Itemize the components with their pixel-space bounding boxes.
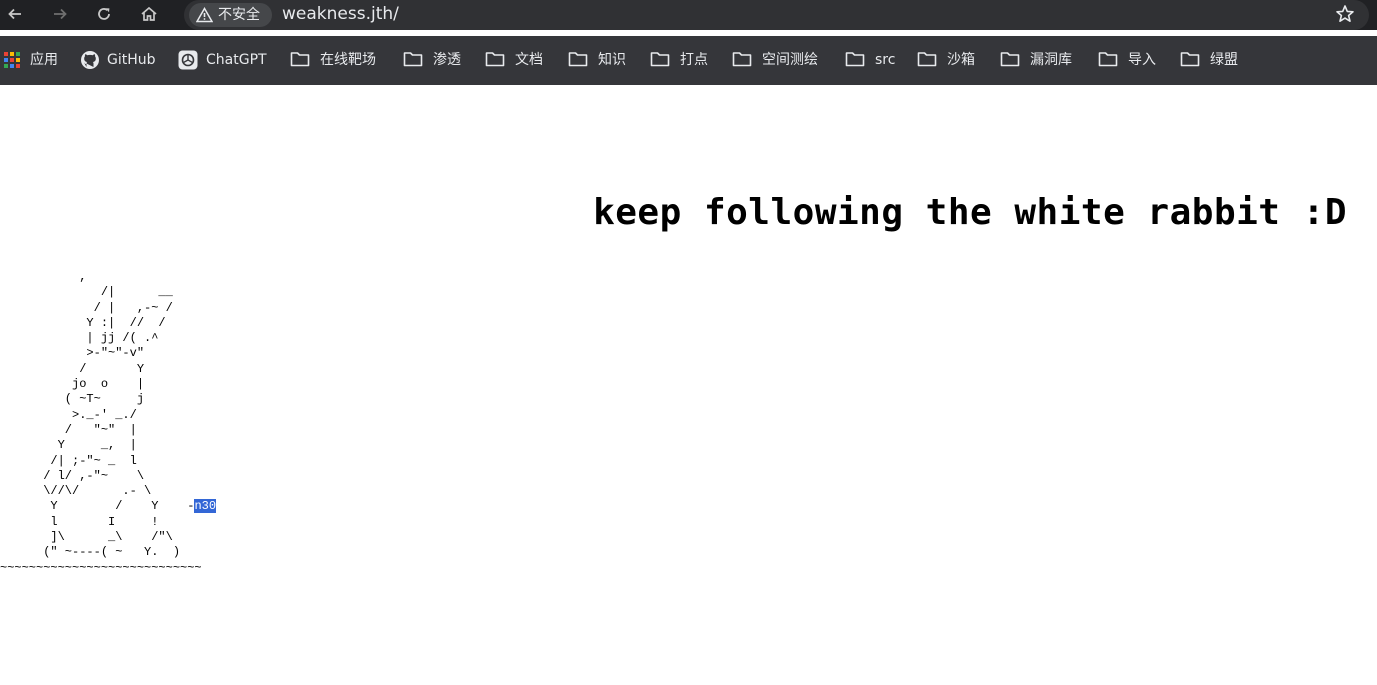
arrow-right-icon bbox=[54, 8, 67, 20]
page-heading: keep following the white rabbit :D bbox=[593, 192, 1347, 233]
url-text[interactable]: weakness.jth/ bbox=[282, 0, 399, 28]
bookmark-label: GitHub bbox=[107, 52, 156, 68]
arrow-left-icon bbox=[8, 8, 21, 20]
home-button[interactable] bbox=[137, 3, 161, 25]
bookmark-label: 在线靶场 bbox=[320, 52, 376, 68]
bookmark-label: 应用 bbox=[30, 52, 58, 68]
bookmark-label: 沙箱 bbox=[947, 52, 975, 68]
bookmark-label: 打点 bbox=[680, 52, 708, 68]
bookmark-label: 空间测绘 bbox=[762, 52, 818, 68]
folder-icon bbox=[1180, 50, 1200, 74]
back-button[interactable] bbox=[3, 3, 27, 25]
bookmarks-bar: 应用 GitHub ChatGPT 在线靶场 渗透 文档 知识 打点 空间测绘 … bbox=[0, 36, 1377, 85]
folder-icon bbox=[568, 50, 588, 74]
bookmark-label: 文档 bbox=[515, 52, 543, 68]
bookmark-label: 绿盟 bbox=[1210, 52, 1238, 68]
ascii-rabbit-art: , /| __ / | ,-~ / Y :| // / | jj /( .^ >… bbox=[0, 270, 217, 576]
warning-triangle-icon bbox=[195, 6, 214, 31]
folder-icon bbox=[1000, 50, 1020, 74]
security-label: 不安全 bbox=[218, 7, 260, 23]
ascii-art-lower: l I ! ]\ _\ /"\ (" ~----( ~ Y. ) ~~~~~~~… bbox=[0, 514, 202, 575]
browser-toolbar: 不安全 weakness.jth/ bbox=[0, 0, 1377, 30]
chatgpt-icon bbox=[178, 50, 198, 76]
bookmark-label: 渗透 bbox=[433, 52, 461, 68]
folder-icon bbox=[917, 50, 937, 74]
ascii-art-dash: - bbox=[158, 499, 195, 514]
home-icon bbox=[141, 6, 157, 21]
reload-button[interactable] bbox=[92, 3, 116, 25]
bookmark-label: 导入 bbox=[1128, 52, 1156, 68]
selected-hidden-text[interactable]: n30 bbox=[194, 499, 217, 514]
folder-icon bbox=[290, 50, 310, 74]
bookmark-label: ChatGPT bbox=[206, 52, 267, 68]
folder-icon bbox=[403, 50, 423, 74]
folder-icon bbox=[1098, 50, 1118, 74]
reload-icon bbox=[98, 8, 110, 20]
bookmark-star-icon[interactable] bbox=[1335, 4, 1355, 28]
address-bar[interactable]: 不安全 weakness.jth/ bbox=[184, 0, 1369, 30]
forward-button[interactable] bbox=[48, 3, 72, 25]
ascii-art-upper: , /| __ / | ,-~ / Y :| // / | jj /( .^ >… bbox=[43, 270, 173, 514]
bookmark-label: src bbox=[875, 52, 896, 68]
github-icon bbox=[80, 50, 100, 76]
apps-grid-icon bbox=[3, 50, 21, 74]
bookmark-label: 漏洞库 bbox=[1030, 52, 1072, 68]
security-indicator[interactable]: 不安全 bbox=[189, 3, 272, 27]
bookmark-label: 知识 bbox=[598, 52, 626, 68]
folder-icon bbox=[845, 50, 865, 74]
folder-icon bbox=[732, 50, 752, 74]
folder-icon bbox=[485, 50, 505, 74]
folder-icon bbox=[650, 50, 670, 74]
